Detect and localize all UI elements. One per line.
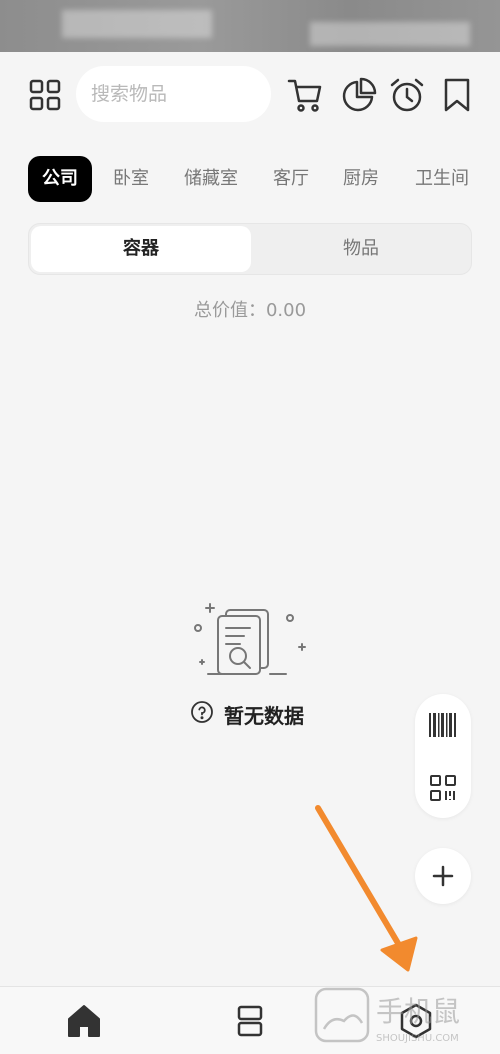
segment-containers[interactable]: 容器 xyxy=(31,226,251,272)
annotation-arrow xyxy=(300,800,430,980)
tab-storage-room[interactable]: 储藏室 xyxy=(176,156,246,202)
grid-menu-icon[interactable] xyxy=(28,78,62,112)
segment-items[interactable]: 物品 xyxy=(251,226,471,272)
top-toolbar: 搜索物品 xyxy=(0,52,500,136)
watermark-subtext: SHOUJISHU.COM xyxy=(376,1033,459,1044)
tab-bedroom[interactable]: 卧室 xyxy=(104,156,158,202)
search-placeholder: 搜索物品 xyxy=(91,83,168,105)
cart-icon[interactable] xyxy=(286,76,324,114)
bookmark-icon[interactable] xyxy=(438,76,476,114)
watermark-logo: 手机鼠 SHOUJISHU.COM xyxy=(310,985,500,1051)
category-tabs: 公司 卧室 储藏室 客厅 厨房 卫生间 xyxy=(0,156,500,204)
watermark-text: 手机鼠 xyxy=(376,995,460,1028)
search-input[interactable]: 搜索物品 xyxy=(76,66,271,122)
barcode-icon[interactable] xyxy=(428,712,458,738)
qr-code-icon[interactable] xyxy=(429,774,457,802)
status-bar xyxy=(0,0,500,52)
total-value: 总价值：0.00 xyxy=(193,300,307,321)
container-item-segment: 容器 物品 xyxy=(28,223,472,275)
empty-documents-illustration xyxy=(190,600,310,680)
empty-state: 暂无数据 xyxy=(190,700,304,728)
layers-icon[interactable] xyxy=(230,1001,270,1041)
empty-state-text: 暂无数据 xyxy=(224,703,304,728)
tab-kitchen[interactable]: 厨房 xyxy=(334,156,388,202)
tab-bathroom[interactable]: 卫生间 xyxy=(406,156,478,202)
tab-living-room[interactable]: 客厅 xyxy=(264,156,318,202)
home-icon[interactable] xyxy=(64,1001,104,1041)
help-circle-icon[interactable] xyxy=(190,700,214,728)
tab-company[interactable]: 公司 xyxy=(28,156,92,202)
alarm-clock-icon[interactable] xyxy=(388,76,426,114)
pie-chart-icon[interactable] xyxy=(340,76,378,114)
